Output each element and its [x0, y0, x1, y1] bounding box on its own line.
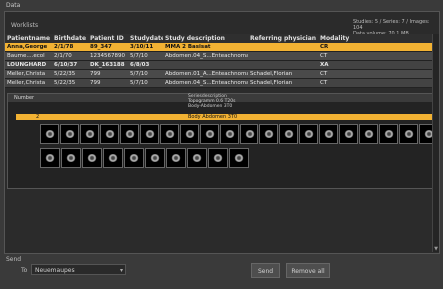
destination-select[interactable]: Neuemaupes ▾ — [31, 264, 126, 275]
col-referring-physician[interactable]: Referring physician — [248, 35, 318, 42]
ct-slice-thumbnail[interactable] — [219, 124, 239, 144]
cell-birthdate: 2/1/70 — [54, 53, 72, 59]
col-study-description[interactable]: Study description — [163, 35, 248, 42]
ct-slice-thumbnail[interactable] — [208, 148, 228, 168]
cell-modality: CT — [320, 80, 328, 86]
send-button[interactable]: Send — [251, 263, 280, 278]
chevron-down-icon[interactable]: ▾ — [120, 265, 123, 276]
ct-slice-thumbnail[interactable] — [82, 148, 102, 168]
series-panel: Number Seriesdescription Topogramm 0.6 T… — [7, 93, 439, 189]
table-row[interactable]: Meller,Christa 5/22/35 799 5/7/10 Abdome… — [5, 79, 432, 88]
ct-slice-thumbnail[interactable] — [319, 124, 339, 144]
cell-modality: XA — [320, 62, 329, 68]
cell-studydate: 6/8/03 — [130, 62, 150, 68]
cell-patient-id: 799 — [90, 71, 101, 77]
table-row[interactable]: Meller,Christa 5/22/35 799 5/7/10 Abdome… — [5, 70, 432, 79]
table-row[interactable]: Anna,George 2/1/78 89_347 3/10/11 MMA 2 … — [5, 43, 432, 52]
ct-slice-thumbnail[interactable] — [159, 124, 179, 144]
vertical-scrollbar[interactable]: ▼ — [432, 34, 439, 252]
ct-slice-thumbnail[interactable] — [299, 124, 319, 144]
col-birthdate[interactable]: Birthdate — [52, 35, 88, 42]
cell-physician: Schadel,Florian — [250, 71, 293, 77]
cell-description: MMA 2 Basisat — [165, 44, 211, 50]
ct-slice-thumbnail[interactable] — [40, 124, 59, 144]
worklist-panel: Worklists Studies: 5 / Series: 7 / Image… — [4, 11, 440, 254]
ct-slice-thumbnail[interactable] — [259, 124, 279, 144]
ct-slice-thumbnail[interactable] — [229, 148, 249, 168]
ct-slice-thumbnail[interactable] — [166, 148, 186, 168]
cell-name: Meller,Christa — [7, 71, 46, 77]
series-row-selected[interactable]: 2 Body Abdomen 3T0 — [16, 114, 434, 120]
ct-slice-thumbnail[interactable] — [139, 124, 159, 144]
thumbnail-strip — [40, 124, 439, 172]
cell-description: Abdomen.04_S...Enteachnomaci — [165, 80, 248, 86]
series-info-line-3: Body-Abdomen 3T0 — [188, 104, 233, 109]
cell-studydate: 5/7/10 — [130, 71, 148, 77]
ct-slice-thumbnail[interactable] — [79, 124, 99, 144]
to-label: To — [21, 267, 28, 274]
cell-modality: CT — [320, 53, 328, 59]
ct-slice-thumbnail[interactable] — [279, 124, 299, 144]
ct-slice-thumbnail[interactable] — [359, 124, 379, 144]
series-number: 2 — [36, 114, 40, 120]
cell-birthdate: 2/1/78 — [54, 44, 74, 50]
cell-physician: Schadel,Florian — [250, 80, 293, 86]
cell-name: Anna,George — [7, 44, 48, 50]
cell-studydate: 3/10/11 — [130, 44, 154, 50]
thumbnail-row-2 — [40, 148, 438, 168]
cell-description: Abdomen.01_A...Enteachnomaci — [165, 71, 248, 77]
series-info: Seriesdescription Topogramm 0.6 T20s Bod… — [188, 94, 235, 109]
table-header: Patientname Birthdate Patient ID Studyda… — [5, 34, 432, 43]
table-row[interactable]: LOUNGHARD 6/10/37 DK_163188 6/8/03 XA — [5, 61, 432, 70]
ct-slice-thumbnail[interactable] — [99, 124, 119, 144]
ct-slice-thumbnail[interactable] — [187, 148, 207, 168]
col-patientname[interactable]: Patientname — [5, 35, 52, 42]
ct-slice-thumbnail[interactable] — [239, 124, 259, 144]
cell-patient-id: 799 — [90, 80, 101, 86]
ct-slice-thumbnail[interactable] — [145, 148, 165, 168]
scroll-down-icon[interactable]: ▼ — [433, 246, 439, 252]
ct-slice-thumbnail[interactable] — [339, 124, 359, 144]
table-row[interactable]: Baume....ecol 2/1/70 1234567890 5/7/10 A… — [5, 52, 432, 61]
cell-name: Meller,Christa — [7, 80, 46, 86]
ct-slice-thumbnail[interactable] — [179, 124, 199, 144]
ct-slice-thumbnail[interactable] — [119, 124, 139, 144]
ct-slice-thumbnail[interactable] — [399, 124, 419, 144]
window-title: Data — [6, 2, 21, 9]
cell-modality: CR — [320, 44, 329, 50]
cell-studydate: 5/7/10 — [130, 80, 148, 86]
cell-studydate: 5/7/10 — [130, 53, 148, 59]
cell-birthdate: 5/22/35 — [54, 80, 76, 86]
series-number-label: Number — [14, 95, 35, 101]
thumbnail-row-1 — [40, 124, 439, 144]
stats-line-1: Studies: 5 / Series: 7 / Images: 104 — [353, 19, 430, 31]
col-patient-id[interactable]: Patient ID — [88, 35, 128, 42]
destination-value: Neuemaupes — [35, 267, 75, 274]
cell-name: LOUNGHARD — [7, 62, 47, 68]
cell-modality: CT — [320, 71, 328, 77]
ct-slice-thumbnail[interactable] — [103, 148, 123, 168]
ct-slice-thumbnail[interactable] — [124, 148, 144, 168]
series-description: Body Abdomen 3T0 — [188, 114, 238, 120]
ct-slice-thumbnail[interactable] — [61, 148, 81, 168]
ct-slice-thumbnail[interactable] — [199, 124, 219, 144]
col-studydate[interactable]: Studydate — [128, 35, 163, 42]
cell-birthdate: 5/22/35 — [54, 71, 76, 77]
ct-slice-thumbnail[interactable] — [40, 148, 60, 168]
send-section-label: Send — [6, 256, 22, 263]
cell-description: Abdomen.04_S...Enteachnomaci — [165, 53, 248, 59]
study-table: Patientname Birthdate Patient ID Studyda… — [5, 34, 432, 88]
cell-birthdate: 6/10/37 — [54, 62, 78, 68]
ct-slice-thumbnail[interactable] — [379, 124, 399, 144]
panel-title: Worklists — [11, 22, 39, 29]
remove-all-button[interactable]: Remove all — [286, 263, 330, 278]
cell-patient-id: DK_163188 — [90, 62, 125, 68]
col-modality[interactable]: Modality — [318, 35, 358, 42]
cell-name: Baume....ecol — [7, 53, 45, 59]
cell-patient-id: 89_347 — [90, 44, 112, 50]
cell-patient-id: 1234567890 — [90, 53, 125, 59]
ct-slice-thumbnail[interactable] — [59, 124, 79, 144]
